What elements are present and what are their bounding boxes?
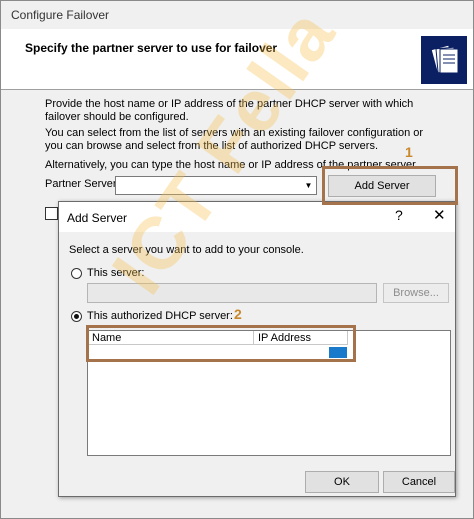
close-icon[interactable]: ✕ [433, 206, 446, 224]
dialog-title: Add Server [67, 211, 128, 225]
description-text-1: Provide the host name or IP address of t… [45, 98, 414, 123]
annotation-number-1: 1 [405, 144, 413, 160]
this-server-field[interactable] [87, 283, 377, 303]
authorized-server-label: This authorized DHCP server: [87, 310, 233, 322]
documents-icon [421, 36, 467, 84]
browse-button-label: Browse... [393, 287, 439, 299]
window-title: Configure Failover [11, 8, 110, 22]
browse-button[interactable]: Browse... [383, 283, 449, 303]
annotation-box-2 [86, 325, 356, 362]
wizard-header: Specify the partner server to use for fa… [1, 29, 473, 90]
ok-button-label: OK [334, 476, 350, 488]
cancel-button-label: Cancel [401, 476, 437, 488]
dialog-instruction: Select a server you want to add to your … [69, 244, 304, 256]
cancel-button[interactable]: Cancel [383, 471, 455, 493]
help-icon[interactable]: ? [395, 207, 403, 223]
description-text-2: You can select from the list of servers … [45, 127, 424, 152]
authorized-server-radio[interactable] [71, 311, 82, 322]
ok-button[interactable]: OK [305, 471, 379, 493]
this-server-label: This server: [87, 267, 145, 279]
partner-server-label: Partner Server: [45, 178, 120, 190]
chevron-down-icon[interactable]: ▼ [301, 177, 316, 194]
dialog-titlebar: Add Server ? ✕ [59, 202, 455, 232]
outer-checkbox[interactable] [45, 207, 58, 220]
annotation-box-1 [322, 166, 458, 205]
annotation-number-2: 2 [234, 306, 242, 322]
wizard-heading: Specify the partner server to use for fa… [25, 41, 278, 55]
partner-server-combobox[interactable]: ▼ [115, 176, 317, 195]
radio-selected-dot [74, 314, 79, 319]
this-server-radio[interactable] [71, 268, 82, 279]
